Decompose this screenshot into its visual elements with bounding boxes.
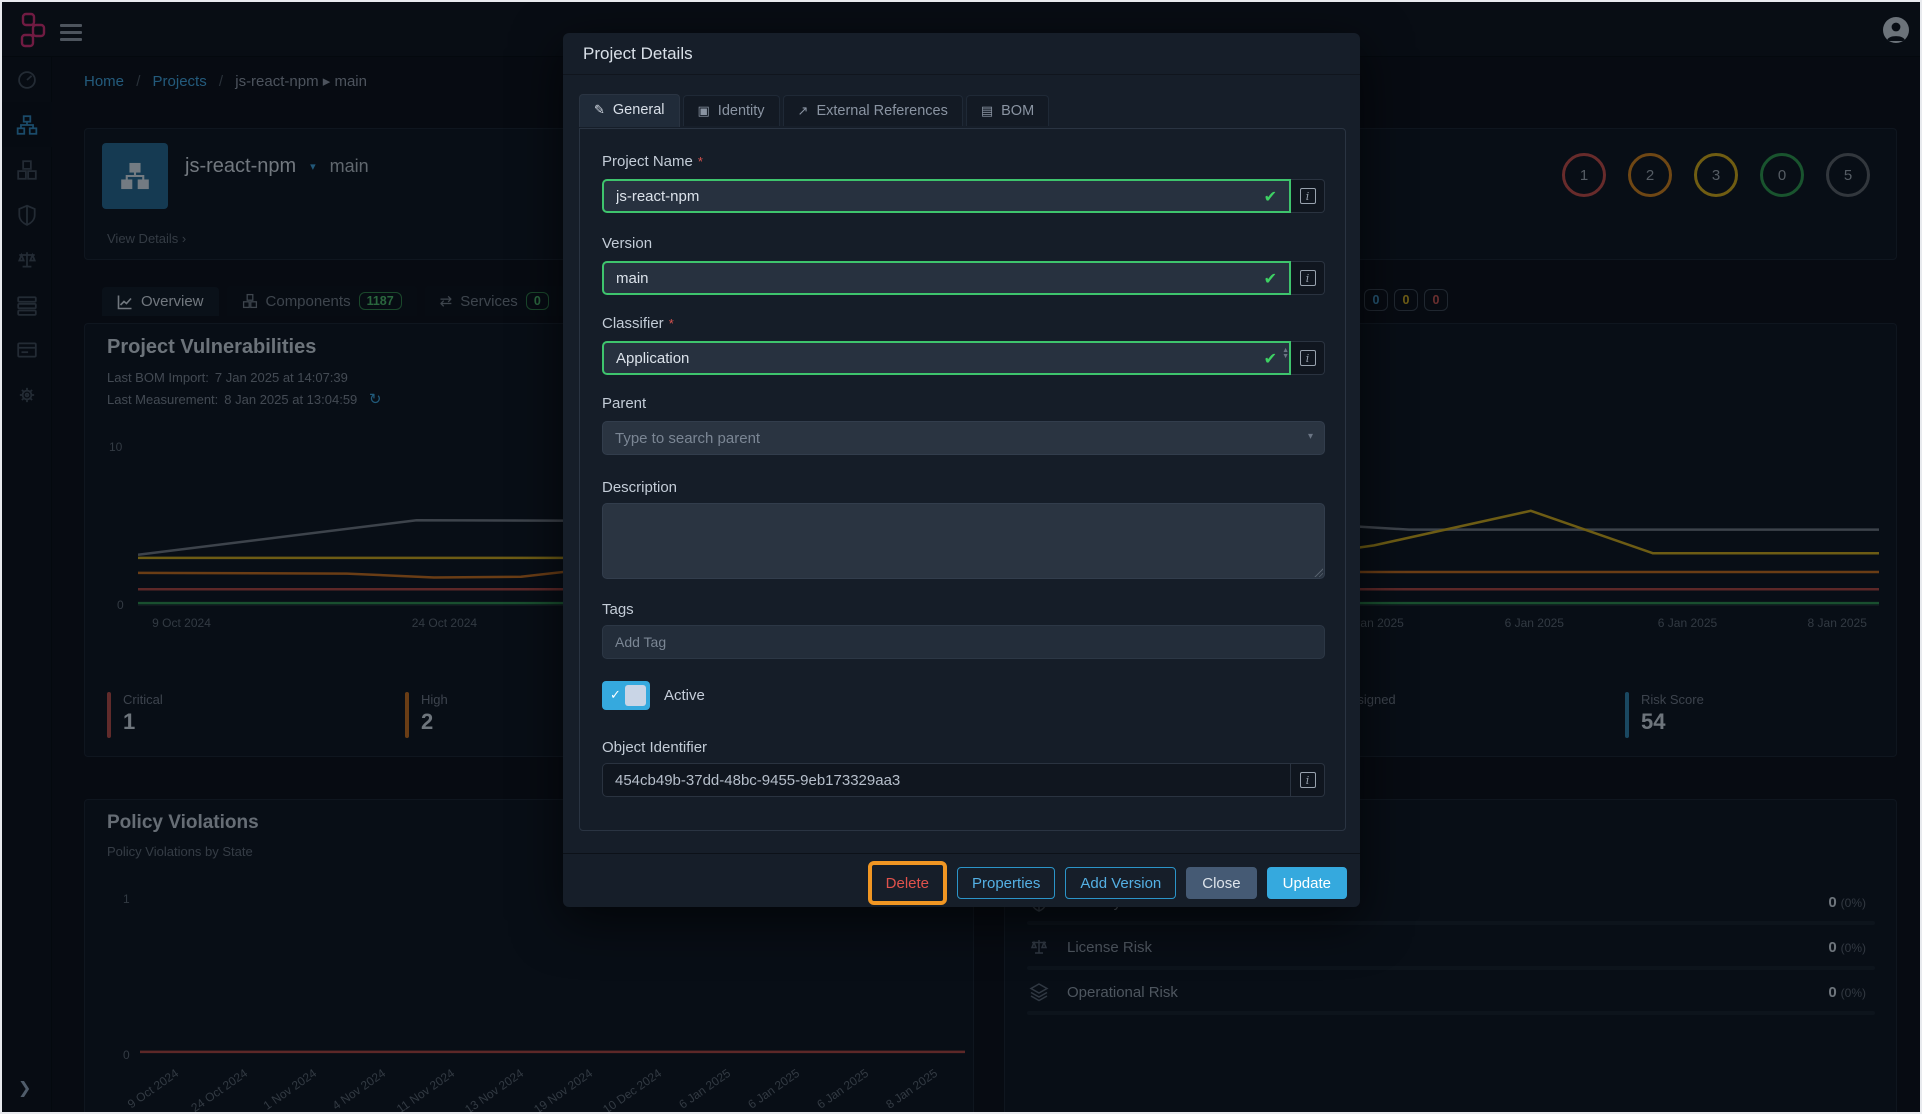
info-icon: i [1300,350,1316,366]
document-icon: ▤ [981,103,993,119]
parent-label: Parent [602,395,646,412]
project-name-input[interactable] [602,179,1291,213]
modal-tabs: ✎ General ▣ Identity ↗ External Referenc… [579,94,1049,126]
project-name-label: Project Name* [602,153,703,170]
description-label: Description [602,479,677,496]
tab-label: BOM [1001,103,1034,119]
classifier-select[interactable] [602,341,1291,375]
project-name-group: ✔ i [602,179,1325,213]
tab-label: Identity [718,103,765,119]
version-group: ✔ i [602,261,1325,295]
tags-label: Tags [602,601,634,618]
project-name-info-button[interactable]: i [1291,179,1325,213]
update-button[interactable]: Update [1267,867,1347,899]
active-label: Active [664,687,705,704]
modal-tab-general[interactable]: ✎ General [579,94,680,127]
modal-title: Project Details [583,44,693,64]
modal-tab-identity[interactable]: ▣ Identity [683,95,780,126]
parent-search-input[interactable] [602,421,1325,455]
valid-check-icon: ✔ [1264,187,1277,207]
valid-check-icon: ✔ [1264,269,1277,289]
check-icon: ✓ [610,687,621,703]
description-textarea[interactable] [602,503,1325,579]
chevron-down-icon: ▾ [1308,431,1313,442]
info-icon: i [1300,772,1316,788]
modal-footer-separator [563,853,1360,854]
modal-tab-content: Project Name* ✔ i Version ✔ i Classifi [579,128,1346,831]
edit-icon: ✎ [594,102,605,118]
select-arrows-icon: ▲▼ [1282,348,1289,360]
annotation-highlight: Delete [868,861,947,905]
toggle-knob [625,685,646,706]
object-identifier-label: Object Identifier [602,739,707,756]
object-identifier-info-button[interactable]: i [1291,763,1325,797]
info-icon: i [1300,188,1316,204]
active-toggle[interactable]: ✓ [602,681,650,710]
classifier-group: ✔ ▲▼ i [602,341,1325,375]
classifier-label: Classifier* [602,315,674,332]
version-label: Version [602,235,652,252]
cube-icon: ▣ [698,103,710,119]
modal-tab-external-references[interactable]: ↗ External References [783,95,963,126]
tab-label: General [613,102,665,118]
app-window: ❯ Home / Projects / js-react-npm ▸ main … [0,0,1922,1114]
add-version-button[interactable]: Add Version [1065,867,1176,899]
add-tag-input[interactable] [602,625,1325,659]
info-icon: i [1300,270,1316,286]
tab-label: External References [816,103,947,119]
external-link-icon: ↗ [798,103,809,119]
close-button[interactable]: Close [1186,867,1256,899]
project-details-modal: Project Details ✎ General ▣ Identity ↗ E… [563,33,1360,907]
classifier-info-button[interactable]: i [1291,341,1325,375]
object-identifier-input[interactable] [602,763,1291,797]
modal-header: Project Details [563,33,1360,75]
valid-check-icon: ✔ [1264,349,1277,369]
modal-footer: Delete Properties Add Version Close Upda… [563,859,1360,907]
properties-button[interactable]: Properties [957,867,1055,899]
parent-group: ▾ [602,421,1325,455]
object-identifier-group: i [602,763,1325,797]
version-info-button[interactable]: i [1291,261,1325,295]
delete-button[interactable]: Delete [874,867,941,899]
modal-tab-bom[interactable]: ▤ BOM [966,95,1049,126]
version-input[interactable] [602,261,1291,295]
